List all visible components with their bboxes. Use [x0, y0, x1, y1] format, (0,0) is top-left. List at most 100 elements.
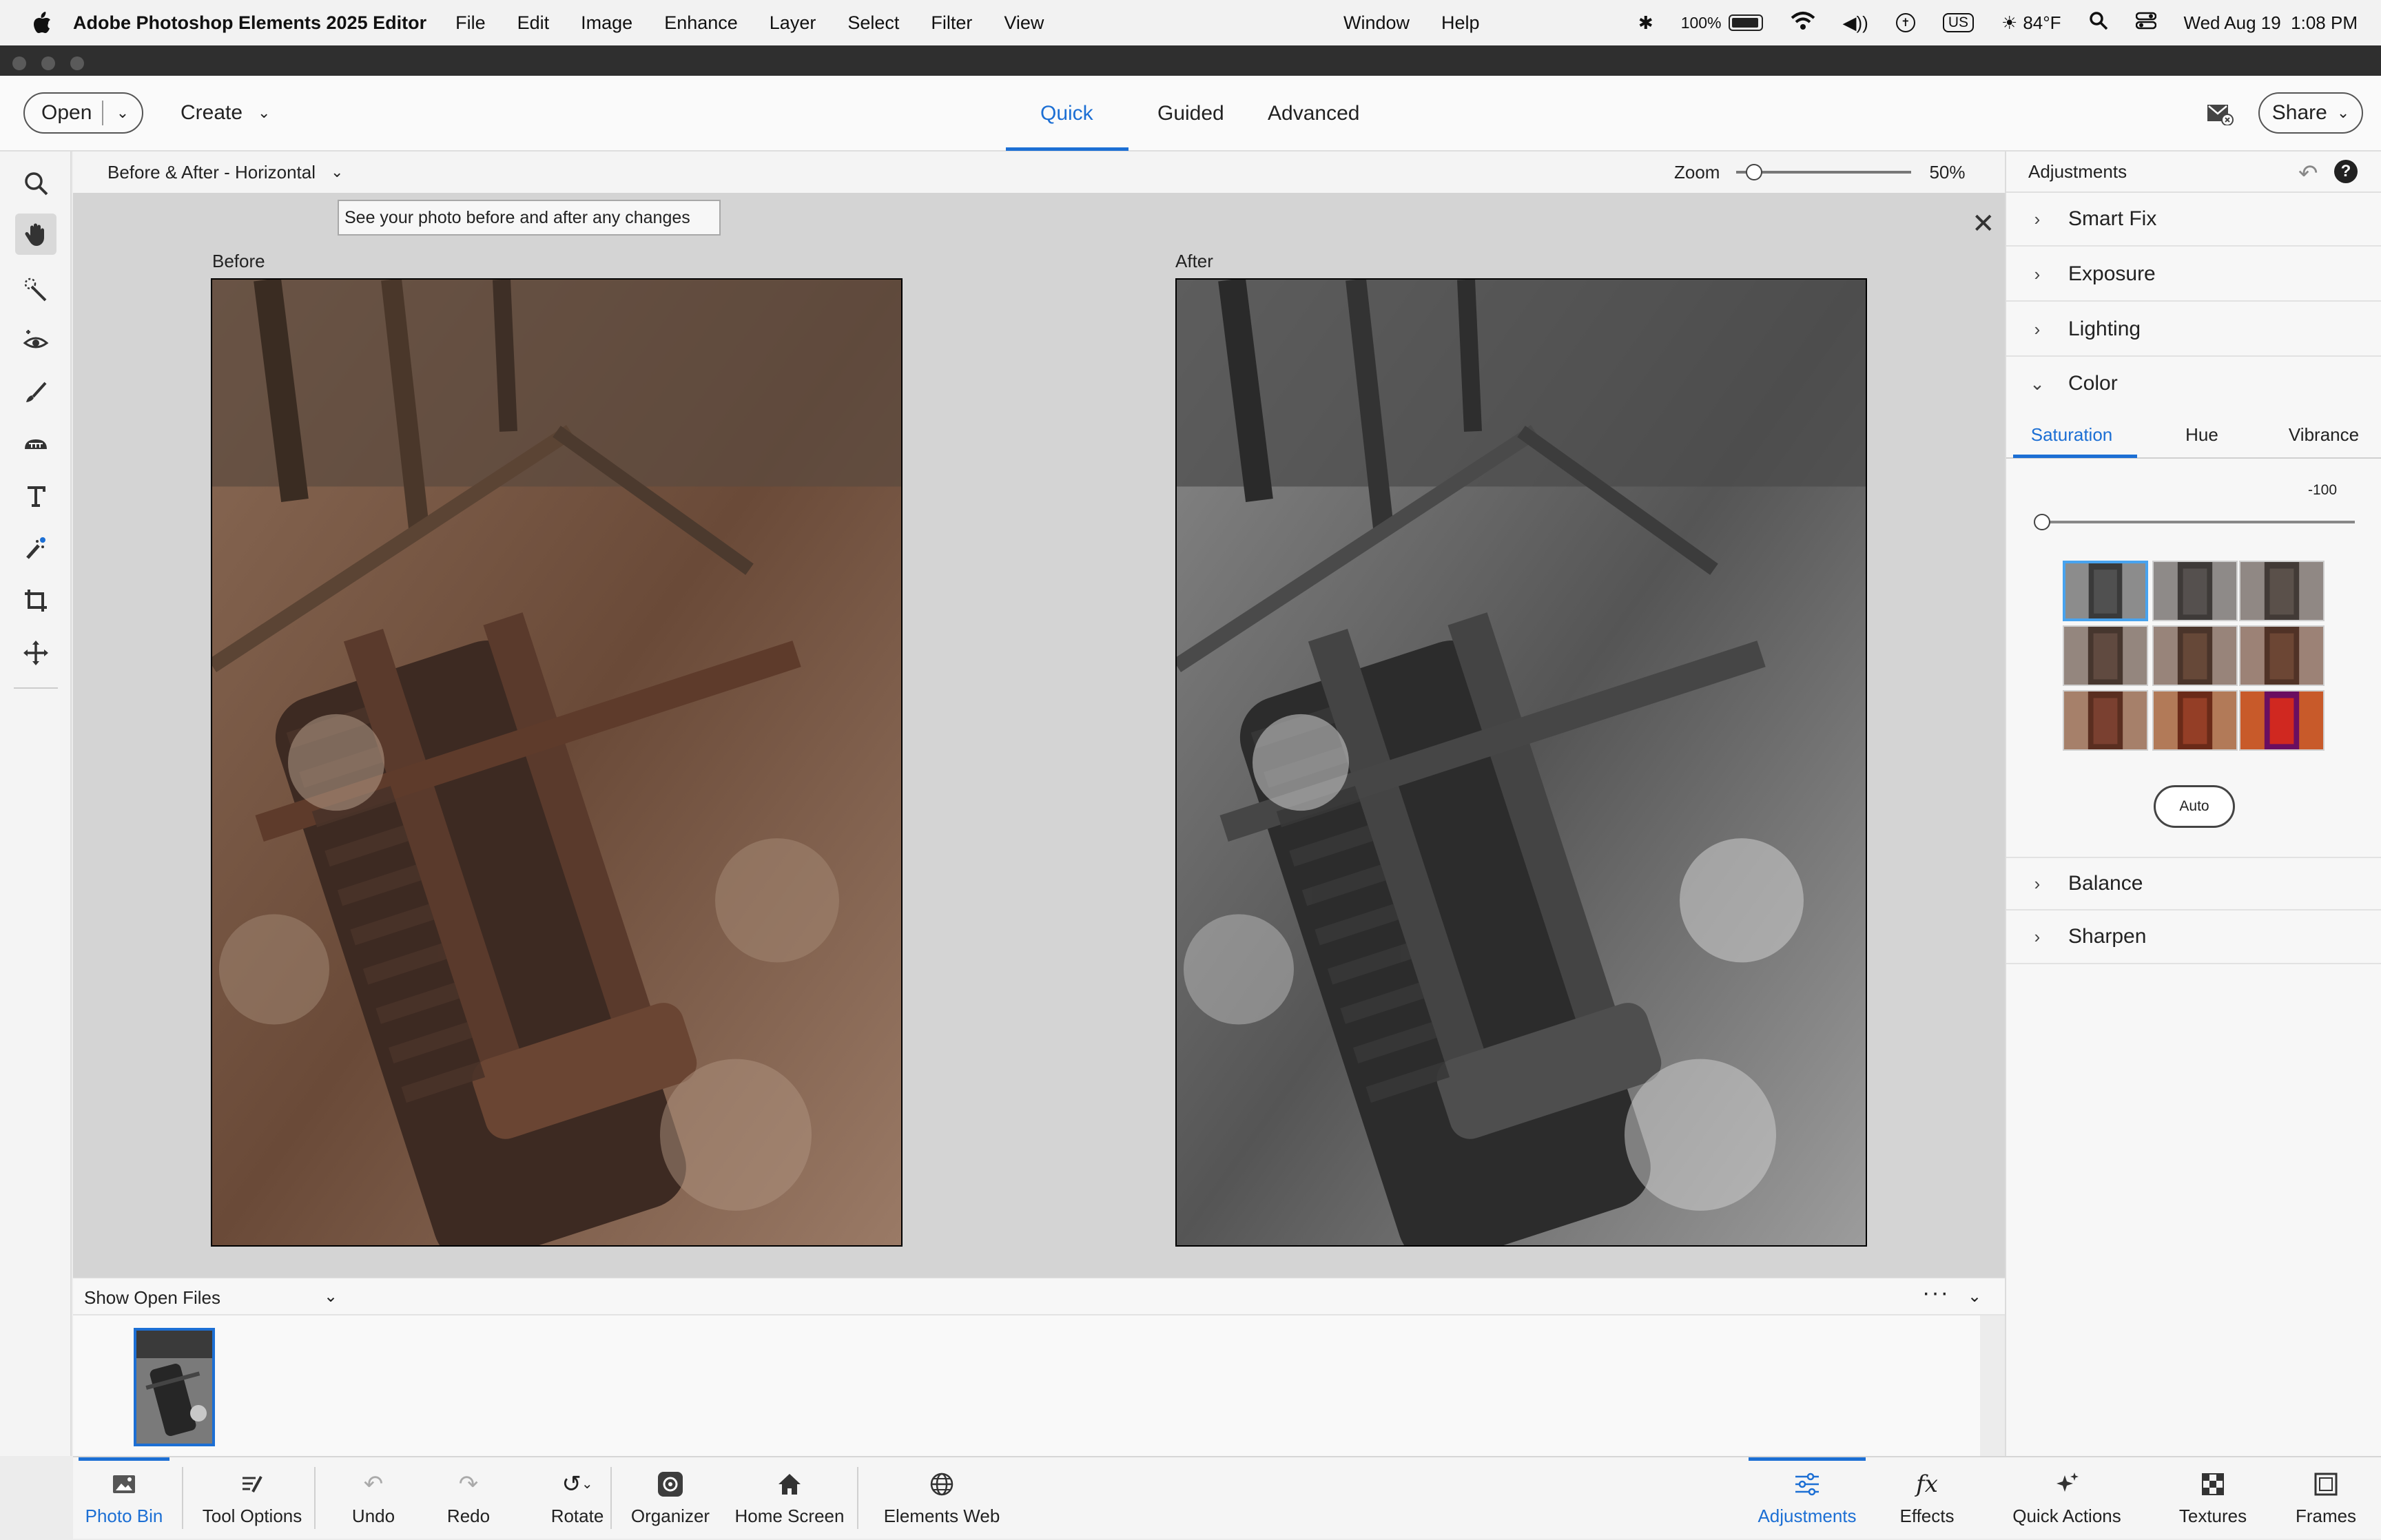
organizer-button[interactable]: Organizer: [619, 1457, 722, 1540]
view-mode-select[interactable]: Before & After - Horizontal ⌄: [107, 152, 343, 193]
section-sharpen-label: Sharpen: [2068, 925, 2147, 948]
create-button-label: Create: [181, 101, 243, 124]
preset-1[interactable]: [2063, 561, 2148, 621]
wifi-icon[interactable]: [1791, 11, 1815, 35]
input-source[interactable]: US: [1942, 13, 1975, 32]
volume-icon[interactable]: ◀)): [1843, 12, 1868, 34]
section-exposure-label: Exposure: [2068, 262, 2156, 285]
more-options-icon[interactable]: ···: [1922, 1280, 1950, 1307]
saturation-slider-thumb[interactable]: [2034, 514, 2050, 530]
adjustments-icon: [1794, 1471, 1820, 1497]
image-canvas[interactable]: See your photo before and after any chan…: [73, 193, 2005, 1277]
window-zoom-button[interactable]: [70, 56, 84, 70]
open-files-select[interactable]: Show Open Files: [84, 1278, 220, 1317]
clock[interactable]: Wed Aug 19 1:08 PM: [2184, 12, 2358, 34]
preset-9[interactable]: [2239, 690, 2325, 751]
weather-status[interactable]: ☀ 84°F: [2001, 12, 2061, 34]
quick-actions-button[interactable]: Quick Actions: [1995, 1457, 2138, 1540]
section-color[interactable]: ⌄ Color: [2006, 357, 2381, 410]
menu-file[interactable]: File: [455, 12, 486, 34]
chevron-down-icon[interactable]: ⌄: [1968, 1287, 1981, 1307]
menu-filter[interactable]: Filter: [931, 12, 972, 34]
menu-image[interactable]: Image: [581, 12, 632, 34]
type-tool-icon[interactable]: [15, 475, 56, 517]
chevron-down-icon[interactable]: ⌄: [103, 104, 142, 122]
notification-icon[interactable]: [2206, 102, 2234, 126]
adjustments-button[interactable]: Adjustments: [1749, 1457, 1866, 1540]
home-icon: [776, 1471, 803, 1497]
menu-edit[interactable]: Edit: [517, 12, 550, 34]
create-button[interactable]: Create ⌄: [181, 92, 270, 134]
close-icon[interactable]: ✕: [1972, 208, 1995, 240]
preset-5[interactable]: [2152, 625, 2238, 686]
textures-label: Textures: [2178, 1505, 2247, 1526]
section-sharpen[interactable]: › Sharpen: [2006, 911, 2381, 964]
help-icon[interactable]: ?: [2334, 160, 2358, 183]
crop-tool-icon[interactable]: [15, 580, 56, 621]
share-button[interactable]: Share ⌄: [2258, 92, 2363, 134]
textures-button[interactable]: Textures: [2165, 1457, 2261, 1540]
menu-view[interactable]: View: [1004, 12, 1044, 34]
section-balance[interactable]: › Balance: [2006, 857, 2381, 911]
window-minimize-button[interactable]: [41, 56, 55, 70]
zoom-slider[interactable]: [1736, 164, 1912, 180]
zoom-slider-thumb[interactable]: [1745, 164, 1762, 180]
menu-layer[interactable]: Layer: [770, 12, 816, 34]
preset-3[interactable]: [2239, 561, 2325, 621]
saturation-slider[interactable]: [2042, 521, 2355, 523]
chevron-down-icon[interactable]: ⌄: [581, 1475, 593, 1492]
section-exposure[interactable]: › Exposure: [2006, 248, 2381, 302]
preset-2[interactable]: [2152, 561, 2238, 621]
window-close-button[interactable]: [12, 56, 26, 70]
tool-options-button[interactable]: Tool Options: [190, 1457, 314, 1540]
battery-status[interactable]: 100%: [1681, 14, 1763, 32]
auto-button[interactable]: Auto: [2154, 785, 2235, 828]
quick-selection-tool-icon[interactable]: [15, 269, 56, 310]
home-screen-button[interactable]: Home Screen: [723, 1457, 856, 1540]
eye-tool-icon[interactable]: [15, 320, 56, 361]
section-smart-fix[interactable]: › Smart Fix: [2006, 193, 2381, 247]
open-file-thumbnail[interactable]: [134, 1328, 215, 1446]
preset-8[interactable]: [2152, 690, 2238, 751]
open-button[interactable]: Open ⌄: [23, 92, 143, 134]
menu-help[interactable]: Help: [1441, 12, 1480, 34]
tab-saturation[interactable]: Saturation: [2006, 410, 2137, 459]
redo-button[interactable]: ↷ Redo: [426, 1457, 511, 1540]
brush-tool-icon[interactable]: [15, 372, 56, 413]
apple-menu-icon[interactable]: [23, 0, 61, 45]
preset-4[interactable]: [2063, 625, 2148, 686]
preset-7[interactable]: [2063, 690, 2148, 751]
effects-button[interactable]: fx Effects: [1878, 1457, 1976, 1540]
elements-web-button[interactable]: Elements Web: [872, 1457, 1011, 1540]
tab-guided[interactable]: Guided: [1157, 76, 1224, 152]
rotate-button[interactable]: ↺ ⌄ Rotate: [521, 1457, 634, 1540]
preset-6[interactable]: [2239, 625, 2325, 686]
after-photo[interactable]: [1175, 278, 1867, 1247]
tab-quick[interactable]: Quick: [1040, 76, 1093, 152]
accessibility-icon[interactable]: ✝: [1895, 13, 1915, 32]
before-photo[interactable]: [211, 278, 903, 1247]
tab-vibrance[interactable]: Vibrance: [2265, 410, 2381, 459]
zoom-tool-icon[interactable]: [15, 163, 56, 204]
app-name[interactable]: Adobe Photoshop Elements 2025 Editor: [73, 12, 426, 34]
bluetooth-icon[interactable]: ✱: [1638, 12, 1653, 34]
menu-enhance[interactable]: Enhance: [664, 12, 738, 34]
reset-icon[interactable]: ↶: [2298, 160, 2318, 187]
hand-tool-icon[interactable]: [15, 214, 56, 255]
photo-bin-button[interactable]: Photo Bin: [79, 1457, 169, 1540]
adjustments-header: Adjustments ↶ ?: [2006, 152, 2381, 193]
chevron-down-icon[interactable]: ⌄: [324, 1287, 338, 1307]
menu-select[interactable]: Select: [847, 12, 899, 34]
move-tool-icon[interactable]: [15, 632, 56, 674]
control-center-icon[interactable]: [2135, 12, 2156, 34]
frames-button[interactable]: Frames: [2278, 1457, 2374, 1540]
tab-hue[interactable]: Hue: [2144, 410, 2260, 459]
whiten-teeth-tool-icon[interactable]: [15, 423, 56, 464]
section-lighting[interactable]: › Lighting: [2006, 303, 2381, 357]
spotlight-search-icon[interactable]: [2089, 11, 2108, 35]
tab-advanced[interactable]: Advanced: [1268, 76, 1359, 152]
chevron-down-icon: ⌄: [331, 163, 344, 180]
menu-window[interactable]: Window: [1343, 12, 1410, 34]
undo-button[interactable]: ↶ Undo: [331, 1457, 416, 1540]
spot-healing-tool-icon[interactable]: [15, 528, 56, 569]
